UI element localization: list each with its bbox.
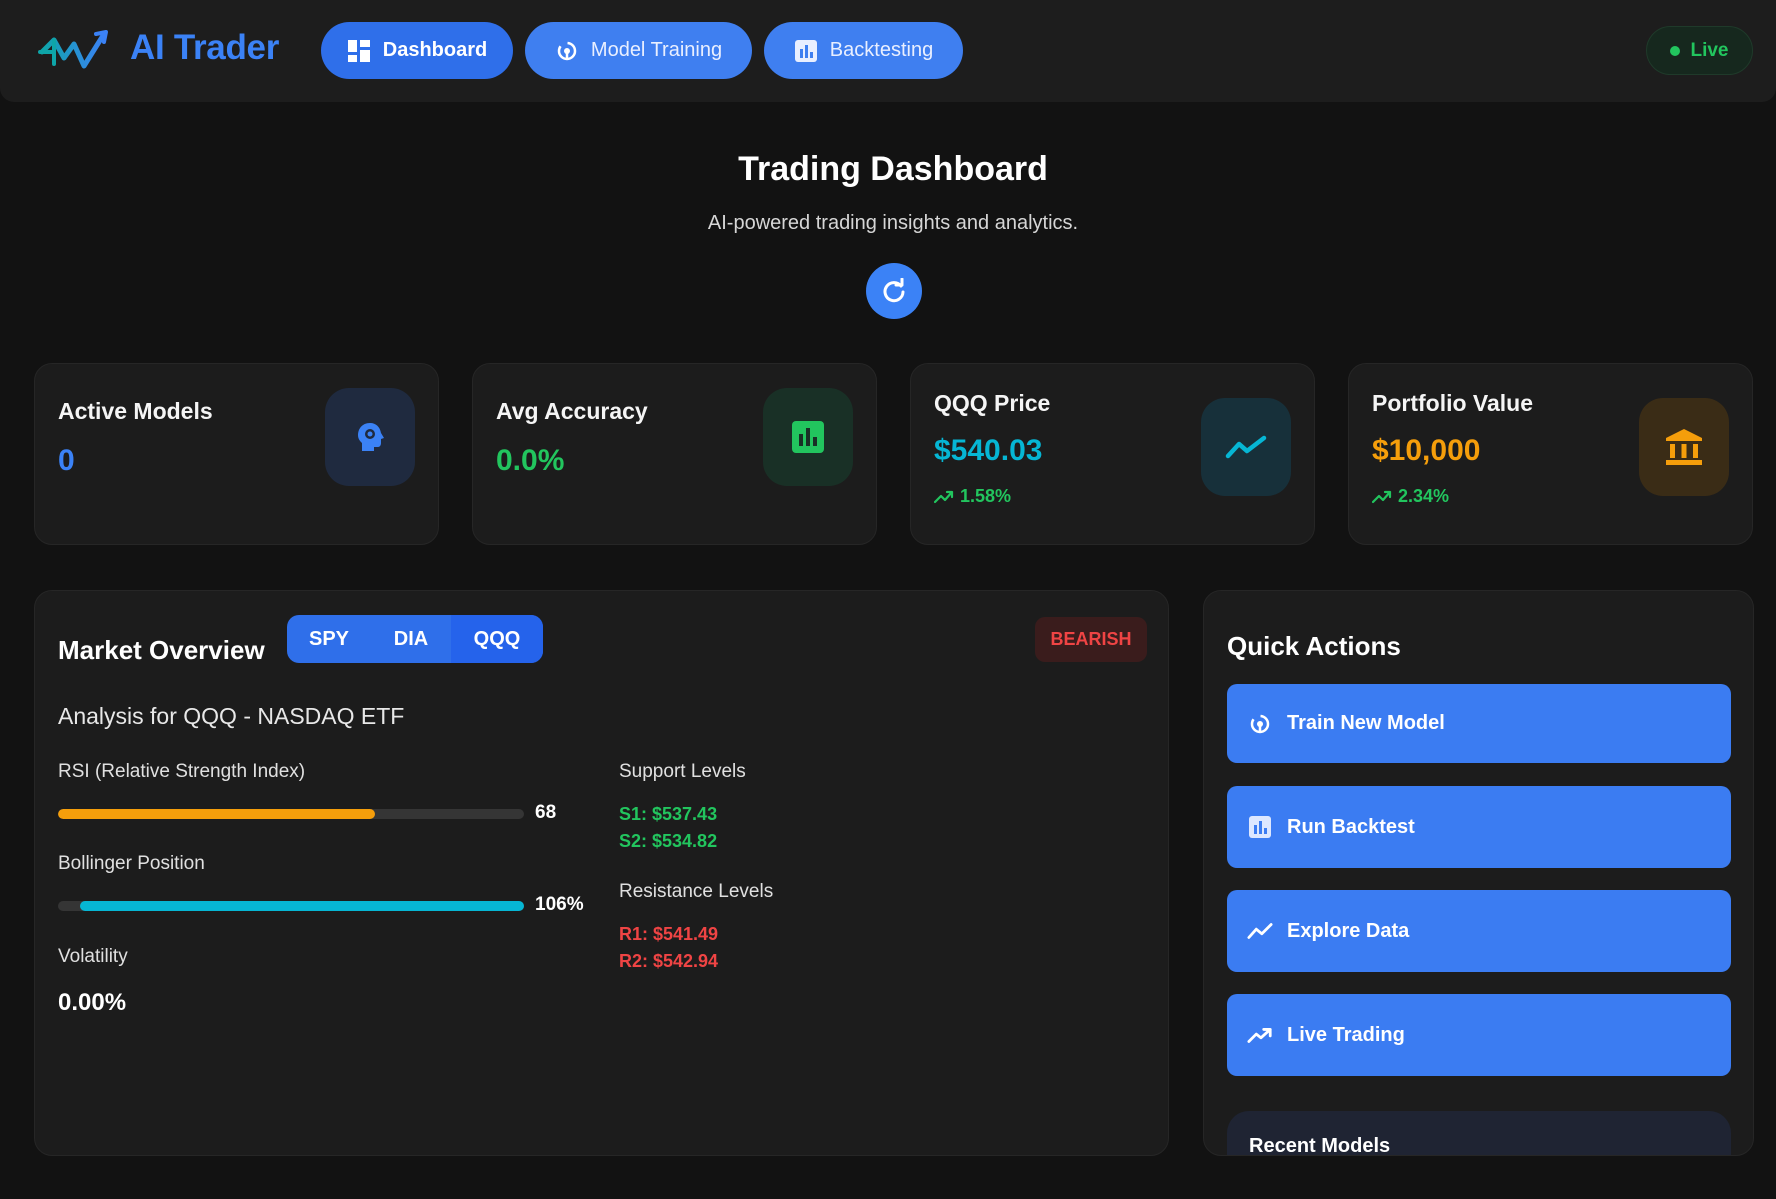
stat-value: 0 [58,444,75,477]
nav-model-training-button[interactable]: Model Training [525,22,752,79]
tab-dia[interactable]: DIA [371,615,451,663]
run-backtest-label: Run Backtest [1287,815,1415,838]
analysis-title: Analysis for QQQ - NASDAQ ETF [58,703,405,729]
sentiment-badge: BEARISH [1035,617,1147,662]
stat-label: QQQ Price [934,390,1051,416]
live-status-badge: Live [1646,26,1753,75]
live-trading-button[interactable]: Live Trading [1227,994,1731,1076]
market-overview-title: Market Overview [58,635,265,665]
support-level-s1: S1: $537.43 [619,804,718,824]
live-dot-icon [1670,45,1681,56]
market-overview-panel: Market Overview SPY DIA QQQ BEARISH Anal… [34,590,1169,1156]
trend-line-icon [1247,918,1273,944]
rsi-label: RSI (Relative Strength Index) [58,761,306,782]
stat-label: Avg Accuracy [496,398,648,424]
explore-data-label: Explore Data [1287,919,1410,942]
chart-line-logo-icon[interactable] [38,28,110,72]
stat-card-qqq-price: QQQ Price $540.03 1.58% [910,363,1315,545]
trend-line-icon [1201,398,1291,496]
stat-card-avg-accuracy: Avg Accuracy 0.0% [472,363,877,545]
stat-value: $540.03 [934,434,1043,467]
train-new-model-button[interactable]: Train New Model [1227,684,1731,763]
tab-qqq[interactable]: QQQ [451,615,543,663]
rsi-bar [58,809,524,819]
run-backtest-button[interactable]: Run Backtest [1227,786,1731,868]
bollinger-value: 106% [535,894,584,915]
tab-spy[interactable]: SPY [287,615,371,663]
bar-chart-icon [763,388,853,486]
refresh-button[interactable] [866,263,922,319]
quick-actions-panel: Quick Actions Train New Model Run Backte… [1203,590,1754,1156]
brain-icon [325,388,415,486]
bollinger-bar [58,901,524,911]
nav-dashboard-button[interactable]: Dashboard [321,22,513,79]
nav-backtesting-button[interactable]: Backtesting [764,22,963,79]
stat-label: Portfolio Value [1372,390,1534,416]
trending-up-icon [1372,490,1392,503]
brain-gear-icon [555,39,579,63]
stat-card-active-models: Active Models 0 [34,363,439,545]
page-title: Trading Dashboard [738,150,1048,188]
bollinger-label: Bollinger Position [58,853,205,874]
volatility-value: 0.00% [58,989,127,1016]
rsi-bar-fill [58,809,375,819]
stat-change: 1.58% [934,486,1011,507]
brand-name[interactable]: AI Trader [130,28,279,68]
dashboard-grid-icon [347,39,371,63]
page-subtitle: AI-powered trading insights and analytic… [707,212,1079,234]
brain-gear-icon [1247,711,1273,737]
ticker-tabs: SPY DIA QQQ [287,615,543,663]
rsi-value: 68 [535,802,557,823]
trending-up-icon [934,490,954,503]
explore-data-button[interactable]: Explore Data [1227,890,1731,972]
stat-change-value: 2.34% [1398,486,1450,506]
stat-card-portfolio-value: Portfolio Value $10,000 2.34% [1348,363,1753,545]
stat-value: $10,000 [1372,434,1481,467]
stat-label: Active Models [58,398,213,424]
bank-icon [1639,398,1729,496]
trending-up-icon [1247,1022,1273,1048]
recent-models-title: Recent Models [1249,1135,1391,1156]
refresh-icon [883,278,905,303]
live-trading-label: Live Trading [1287,1023,1405,1046]
stat-value: 0.0% [496,444,565,477]
resistance-level-r2: R2: $542.94 [619,951,719,971]
support-levels-label: Support Levels [619,761,746,782]
quick-actions-title: Quick Actions [1227,631,1401,661]
top-navbar: AI Trader Dashboard Model Training Backt… [0,0,1776,102]
bar-chart-icon [794,39,818,63]
train-new-model-label: Train New Model [1287,712,1445,734]
resistance-level-r1: R1: $541.49 [619,924,719,944]
bar-chart-icon [1247,814,1273,840]
stat-change-value: 1.58% [960,486,1012,506]
recent-models-section: Recent Models [1227,1111,1731,1156]
volatility-label: Volatility [58,946,128,967]
resistance-levels-label: Resistance Levels [619,881,774,902]
bollinger-bar-fill [80,901,524,911]
support-level-s2: S2: $534.82 [619,831,718,851]
live-status-label: Live [1690,39,1729,61]
nav-model-training-label: Model Training [590,39,723,61]
nav-backtesting-label: Backtesting [829,39,934,61]
stat-change: 2.34% [1372,486,1449,507]
nav-dashboard-label: Dashboard [382,39,488,61]
